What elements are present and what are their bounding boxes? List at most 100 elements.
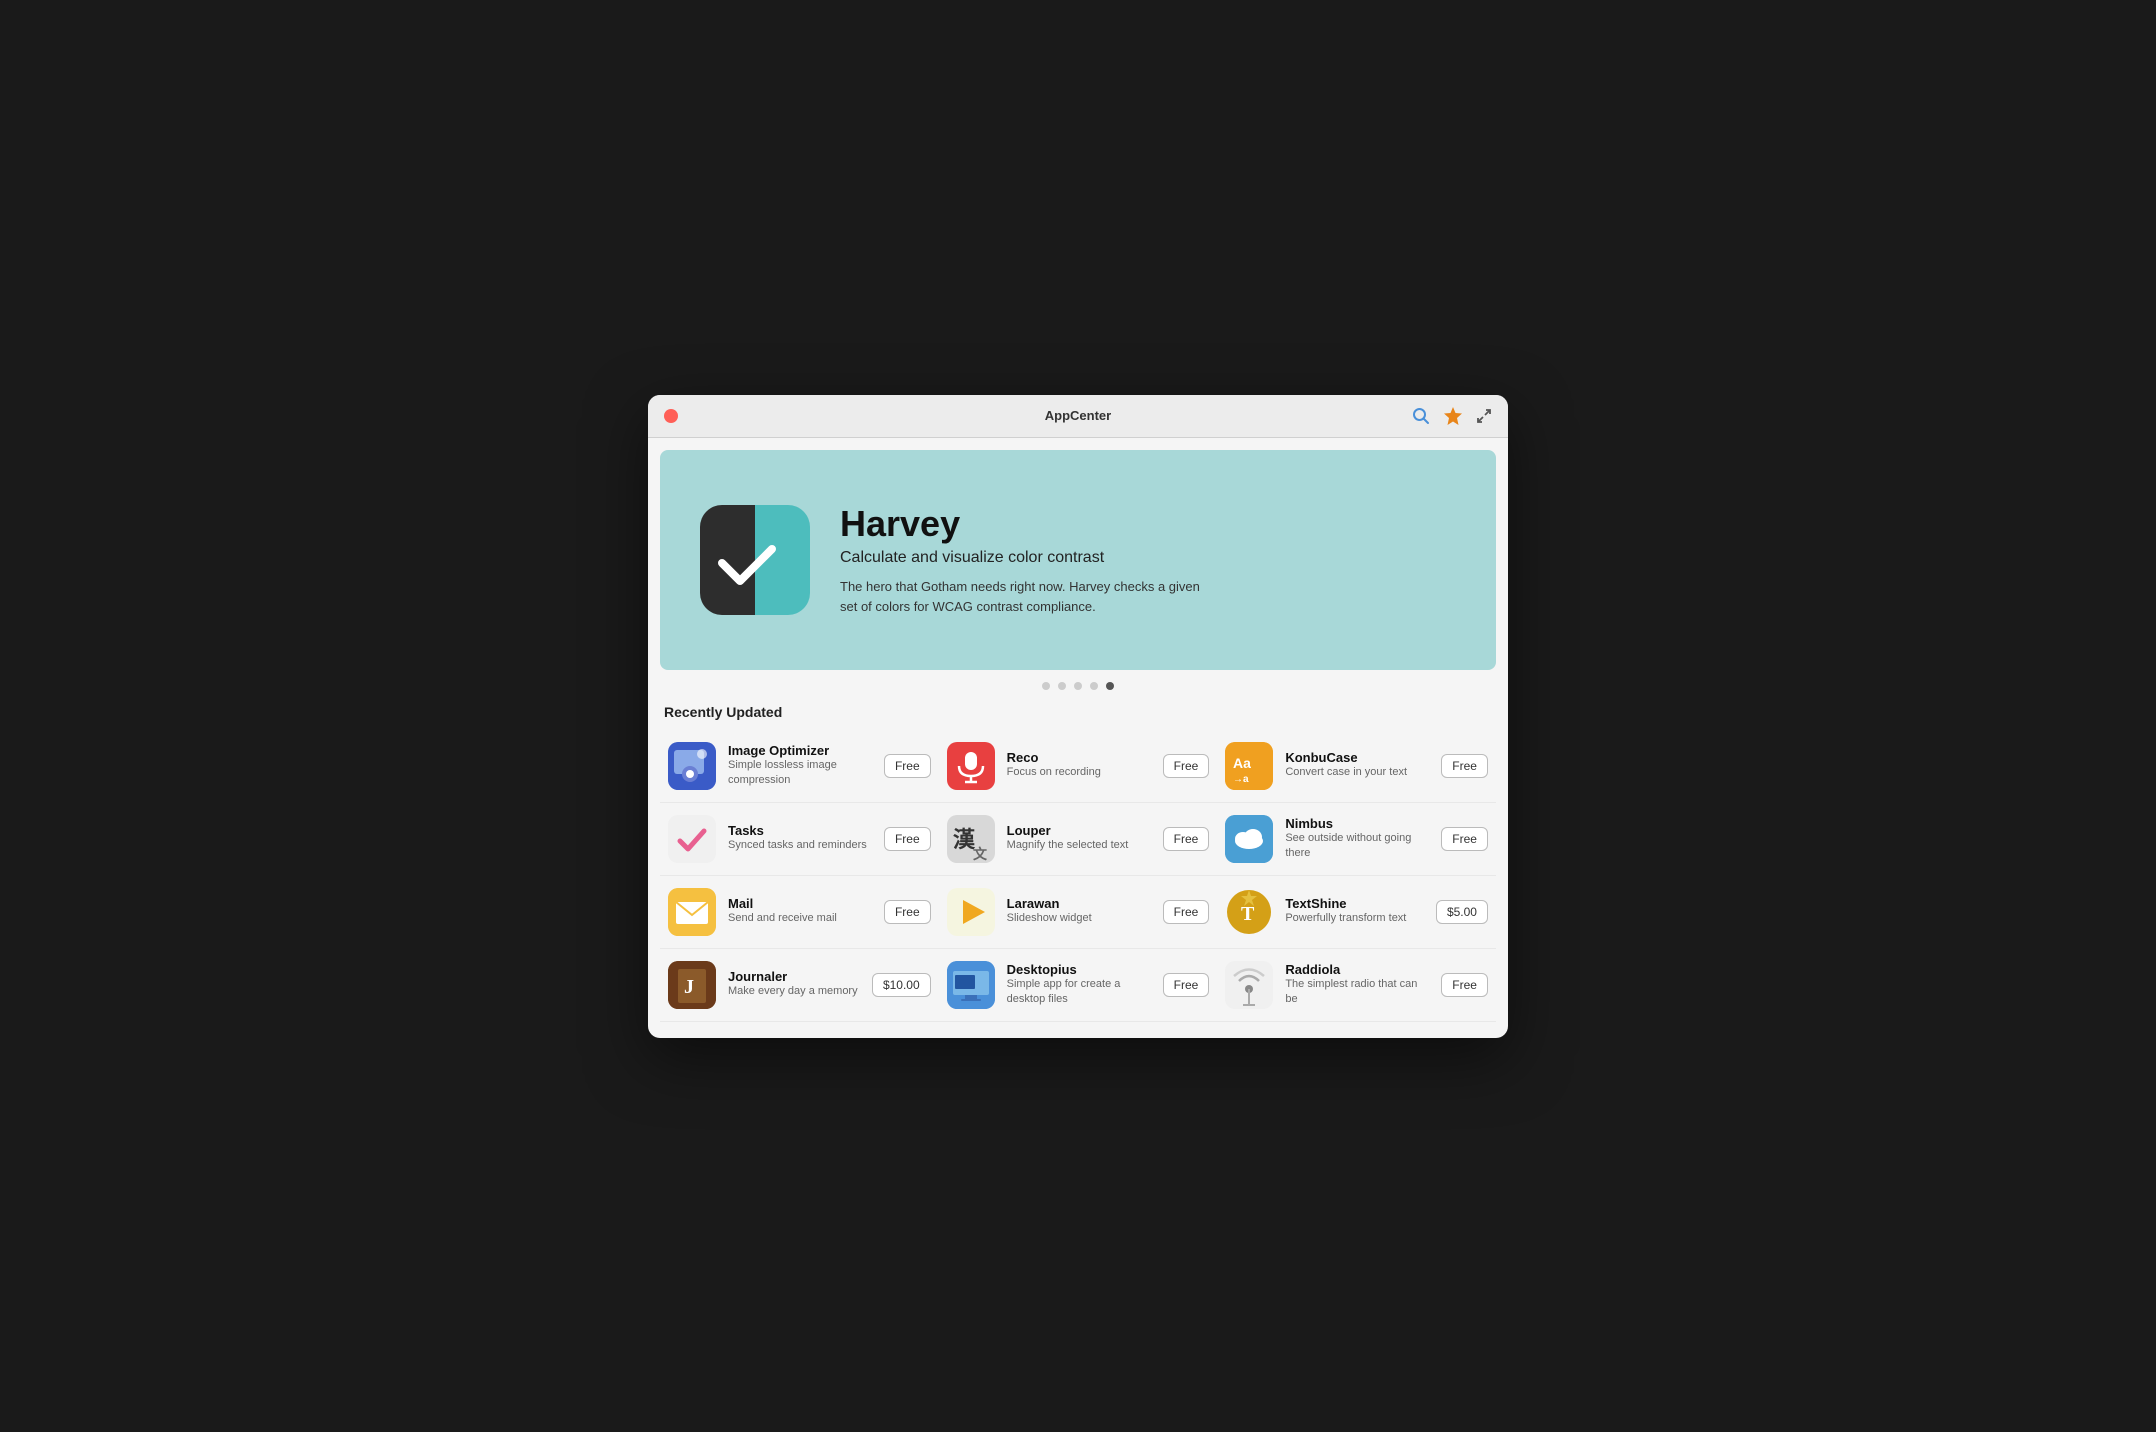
list-item: Reco Focus on recording Free — [939, 730, 1218, 803]
app-name-journaler: Journaler — [728, 969, 860, 984]
price-btn-image-optimizer[interactable]: Free — [884, 754, 931, 778]
list-item: Aa →a KonbuCase Convert case in your tex… — [1217, 730, 1496, 803]
app-grid: Image Optimizer Simple lossless image co… — [648, 730, 1508, 1038]
price-btn-mail[interactable]: Free — [884, 900, 931, 924]
svg-text:J: J — [684, 976, 694, 998]
app-icon-louper: 漢 文 — [947, 815, 995, 863]
search-icon — [1412, 407, 1430, 425]
hero-subtitle: Calculate and visualize color contrast — [840, 549, 1220, 567]
app-info-reco: Reco Focus on recording — [1007, 750, 1151, 780]
app-name-larawan: Larawan — [1007, 896, 1151, 911]
list-item: Nimbus See outside without going there F… — [1217, 803, 1496, 876]
dot-3[interactable] — [1074, 682, 1082, 690]
journaler-icon-svg: J — [668, 961, 716, 1009]
app-info-larawan: Larawan Slideshow widget — [1007, 896, 1151, 926]
app-icon-mail — [668, 888, 716, 936]
app-icon-larawan — [947, 888, 995, 936]
badge-icon — [1442, 405, 1464, 427]
app-desc-desktopius: Simple app for create a desktop files — [1007, 977, 1151, 1008]
app-info-louper: Louper Magnify the selected text — [1007, 823, 1151, 853]
list-item: Larawan Slideshow widget Free — [939, 876, 1218, 949]
svg-text:T: T — [1241, 903, 1255, 925]
app-name-nimbus: Nimbus — [1285, 816, 1429, 831]
tasks-icon-svg — [668, 815, 716, 863]
app-icon-reco — [947, 742, 995, 790]
titlebar: AppCenter — [648, 395, 1508, 438]
app-desc-konbucase: Convert case in your text — [1285, 765, 1429, 780]
price-btn-desktopius[interactable]: Free — [1163, 973, 1210, 997]
app-desc-textshine: Powerfully transform text — [1285, 911, 1424, 926]
app-info-journaler: Journaler Make every day a memory — [728, 969, 860, 999]
app-icon-tasks — [668, 815, 716, 863]
section-title: Recently Updated — [648, 696, 1508, 730]
app-icon-textshine: T — [1225, 888, 1273, 936]
app-info-mail: Mail Send and receive mail — [728, 896, 872, 926]
close-button[interactable] — [664, 409, 678, 423]
konbucase-icon-svg: Aa →a — [1225, 742, 1273, 790]
app-desc-mail: Send and receive mail — [728, 911, 872, 926]
app-name-louper: Louper — [1007, 823, 1151, 838]
svg-text:→a: →a — [1233, 774, 1249, 785]
price-btn-konbucase[interactable]: Free — [1441, 754, 1488, 778]
list-item: Image Optimizer Simple lossless image co… — [660, 730, 939, 803]
app-info-konbucase: KonbuCase Convert case in your text — [1285, 750, 1429, 780]
app-info-raddiola: Raddiola The simplest radio that can be — [1285, 962, 1429, 1008]
window-title: AppCenter — [1045, 408, 1111, 423]
list-item: Raddiola The simplest radio that can be … — [1217, 949, 1496, 1022]
app-desc-image-optimizer: Simple lossless image compression — [728, 758, 872, 789]
app-icon-raddiola — [1225, 961, 1273, 1009]
nimbus-icon-svg — [1225, 815, 1273, 863]
list-item: J Journaler Make every day a memory $10.… — [660, 949, 939, 1022]
hero-text-block: Harvey Calculate and visualize color con… — [840, 503, 1220, 616]
app-name-tasks: Tasks — [728, 823, 872, 838]
price-btn-reco[interactable]: Free — [1163, 754, 1210, 778]
list-item: T TextShine Powerfully transform text $5… — [1217, 876, 1496, 949]
hero-app-name: Harvey — [840, 503, 1220, 545]
dot-1[interactable] — [1042, 682, 1050, 690]
app-desc-journaler: Make every day a memory — [728, 984, 860, 999]
app-name-mail: Mail — [728, 896, 872, 911]
price-btn-larawan[interactable]: Free — [1163, 900, 1210, 924]
app-info-nimbus: Nimbus See outside without going there — [1285, 816, 1429, 862]
expand-button[interactable] — [1476, 408, 1492, 424]
app-window: AppCenter — [648, 395, 1508, 1038]
app-desc-tasks: Synced tasks and reminders — [728, 838, 872, 853]
titlebar-actions — [1412, 405, 1492, 427]
app-desc-louper: Magnify the selected text — [1007, 838, 1151, 853]
app-info-desktopius: Desktopius Simple app for create a deskt… — [1007, 962, 1151, 1008]
list-item: Desktopius Simple app for create a deskt… — [939, 949, 1218, 1022]
app-icon-nimbus — [1225, 815, 1273, 863]
louper-icon-svg: 漢 文 — [947, 815, 995, 863]
price-btn-nimbus[interactable]: Free — [1441, 827, 1488, 851]
dot-2[interactable] — [1058, 682, 1066, 690]
price-btn-raddiola[interactable]: Free — [1441, 973, 1488, 997]
list-item: Tasks Synced tasks and reminders Free — [660, 803, 939, 876]
app-name-image-optimizer: Image Optimizer — [728, 743, 872, 758]
raddiola-icon-svg — [1225, 961, 1273, 1009]
app-name-reco: Reco — [1007, 750, 1151, 765]
carousel-dots — [648, 682, 1508, 690]
app-name-desktopius: Desktopius — [1007, 962, 1151, 977]
app-info-textshine: TextShine Powerfully transform text — [1285, 896, 1424, 926]
reco-icon-svg — [947, 742, 995, 790]
app-name-raddiola: Raddiola — [1285, 962, 1429, 977]
price-btn-louper[interactable]: Free — [1163, 827, 1210, 851]
desktopius-icon-svg — [947, 961, 995, 1009]
svg-text:Aa: Aa — [1233, 755, 1251, 771]
app-icon-journaler: J — [668, 961, 716, 1009]
search-button[interactable] — [1412, 407, 1430, 425]
price-btn-textshine[interactable]: $5.00 — [1436, 900, 1488, 924]
hero-banner[interactable]: Harvey Calculate and visualize color con… — [660, 450, 1496, 670]
app-desc-nimbus: See outside without going there — [1285, 831, 1429, 862]
price-btn-tasks[interactable]: Free — [884, 827, 931, 851]
image-optimizer-icon-svg — [668, 742, 716, 790]
svg-text:文: 文 — [973, 846, 988, 863]
mail-icon-svg — [668, 888, 716, 936]
dot-5[interactable] — [1106, 682, 1114, 690]
badge-button[interactable] — [1442, 405, 1464, 427]
app-icon-image-optimizer — [668, 742, 716, 790]
expand-icon — [1476, 408, 1492, 424]
app-desc-reco: Focus on recording — [1007, 765, 1151, 780]
dot-4[interactable] — [1090, 682, 1098, 690]
price-btn-journaler[interactable]: $10.00 — [872, 973, 931, 997]
